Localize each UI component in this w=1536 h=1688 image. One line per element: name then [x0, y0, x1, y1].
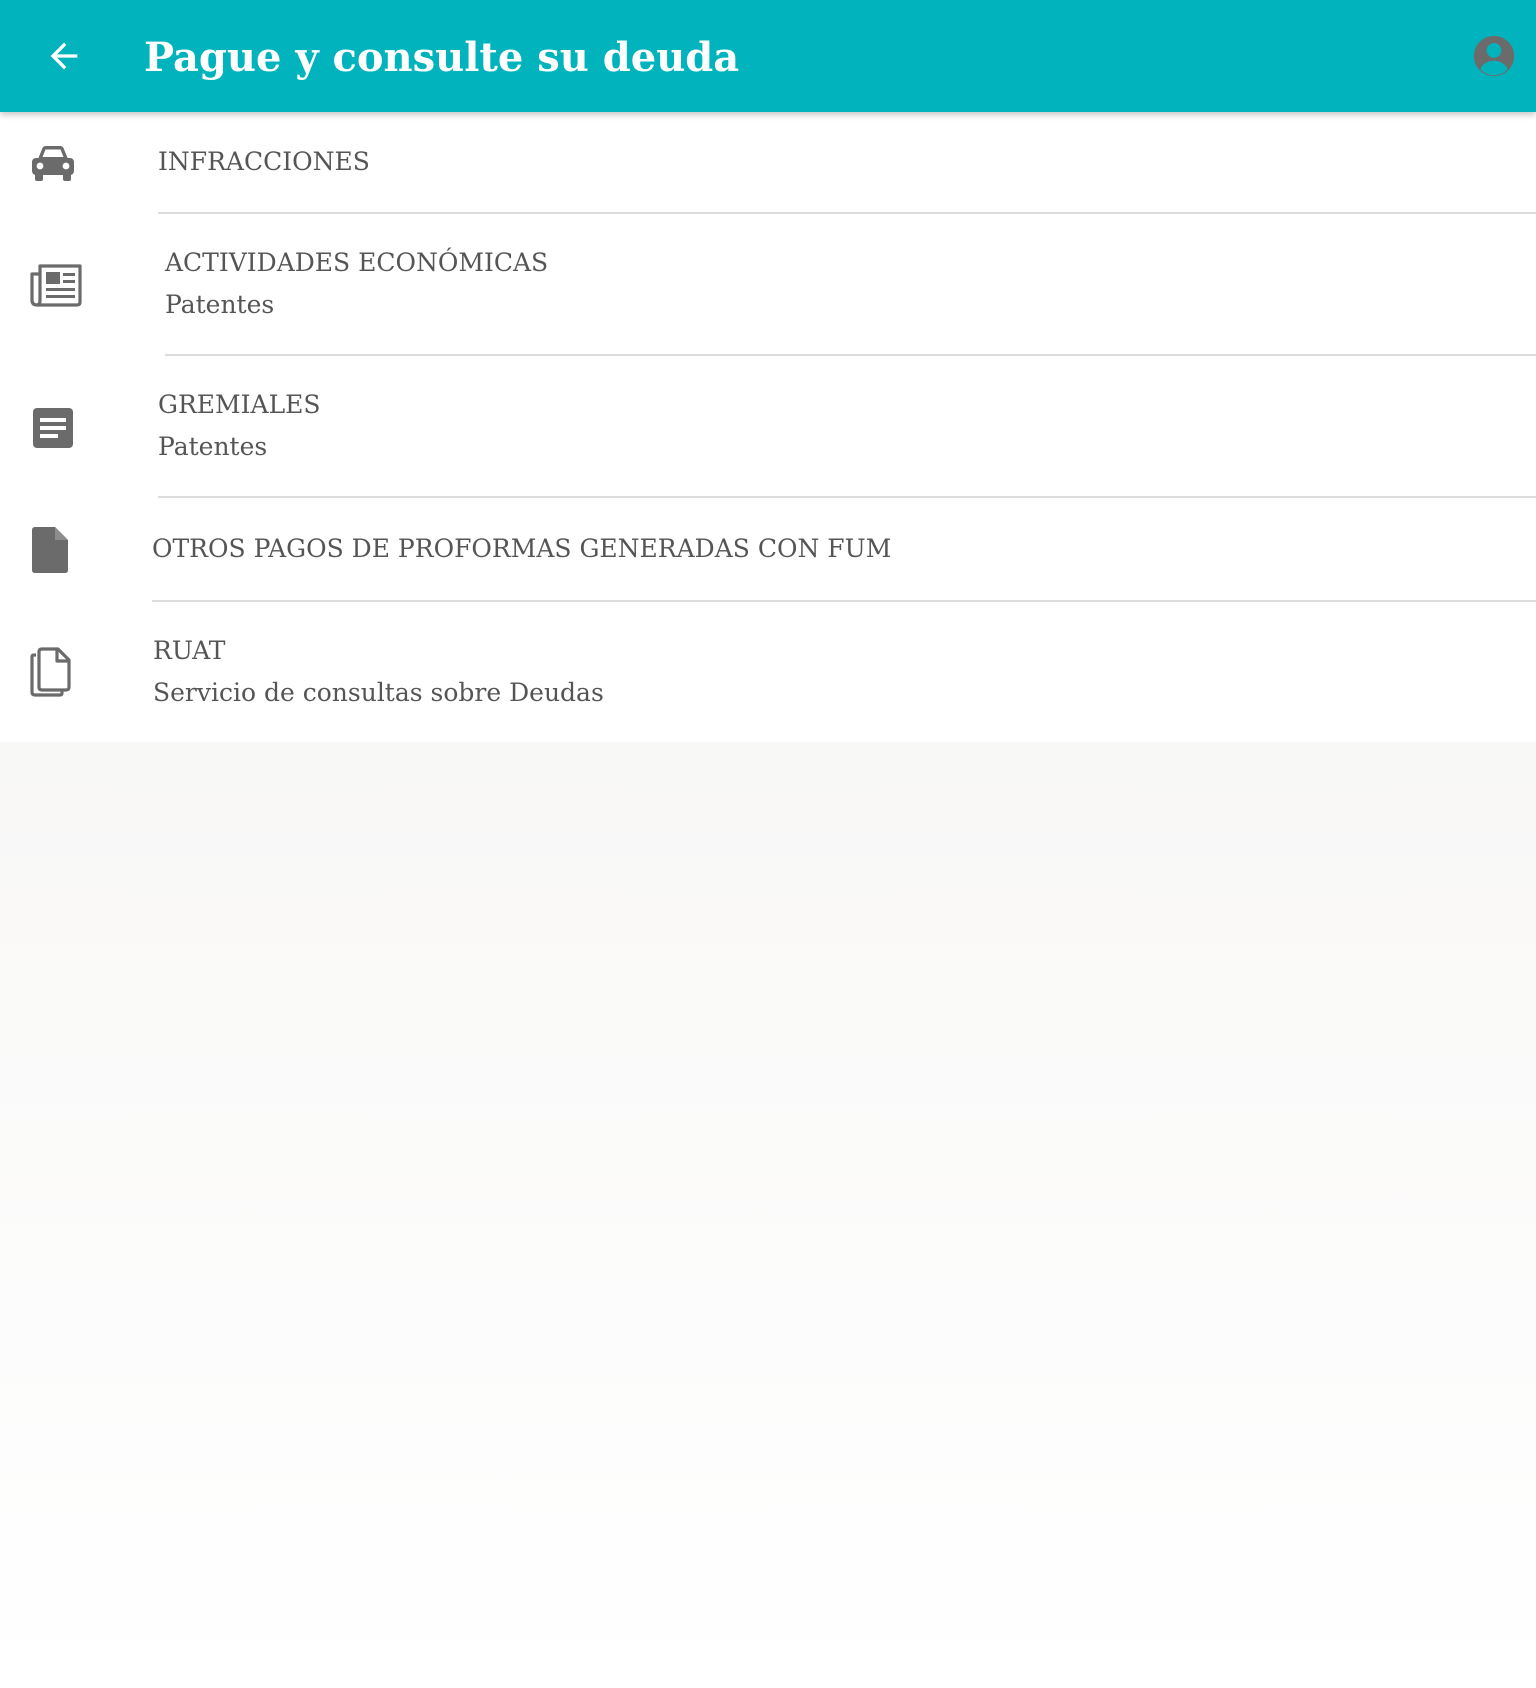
list-item-ruat[interactable]: RUAT Servicio de consultas sobre Deudas: [0, 602, 1536, 742]
list-item-subtitle: Servicio de consultas sobre Deudas: [153, 678, 604, 707]
list-item-icon: [28, 525, 72, 575]
page-title: Pague y consulte su deuda: [144, 34, 740, 81]
list-item-subtitle: Patentes: [158, 432, 268, 461]
list-item-title: OTROS PAGOS DE PROFORMAS GENERADAS CON F…: [152, 534, 892, 563]
list-item-icon: [28, 260, 84, 310]
list-item-actividades-economicas[interactable]: ACTIVIDADES ECONÓMICAS Patentes: [0, 214, 1536, 356]
list-item-title: RUAT: [153, 636, 226, 665]
arrow-left-icon: [50, 42, 78, 70]
list-item-otros-pagos[interactable]: OTROS PAGOS DE PROFORMAS GENERADAS CON F…: [0, 498, 1536, 602]
list-item-icon: [28, 139, 78, 187]
car-icon: [32, 146, 74, 181]
files-copy-icon: [30, 647, 71, 697]
notes-icon: [33, 408, 73, 448]
list-item-text-area: ACTIVIDADES ECONÓMICAS Patentes: [165, 214, 1536, 356]
list-item-infracciones[interactable]: INFRACCIONES: [0, 112, 1536, 214]
account-circle-icon: [1473, 35, 1515, 77]
file-icon: [32, 527, 68, 573]
back-button[interactable]: [36, 28, 92, 84]
list-item-text-area: RUAT Servicio de consultas sobre Deudas: [153, 602, 1536, 742]
newspaper-icon: [30, 264, 82, 307]
list-item-title: GREMIALES: [158, 390, 321, 419]
payment-options-list: INFRACCIONES ACTIVIDADES ECONÓMICAS Pate…: [0, 112, 1536, 742]
list-item-text-area: OTROS PAGOS DE PROFORMAS GENERADAS CON F…: [152, 498, 1536, 602]
list-item-title: ACTIVIDADES ECONÓMICAS: [165, 248, 549, 277]
list-item-text-area: GREMIALES Patentes: [158, 356, 1536, 498]
list-item-title: INFRACCIONES: [158, 147, 370, 176]
account-button[interactable]: [1466, 28, 1522, 84]
list-item-icon: [28, 646, 74, 698]
list-item-gremiales[interactable]: GREMIALES Patentes: [0, 356, 1536, 498]
app-bar: Pague y consulte su deuda: [0, 0, 1536, 112]
list-item-text-area: INFRACCIONES: [158, 112, 1536, 214]
list-item-icon: [28, 405, 78, 451]
list-item-subtitle: Patentes: [165, 290, 275, 319]
